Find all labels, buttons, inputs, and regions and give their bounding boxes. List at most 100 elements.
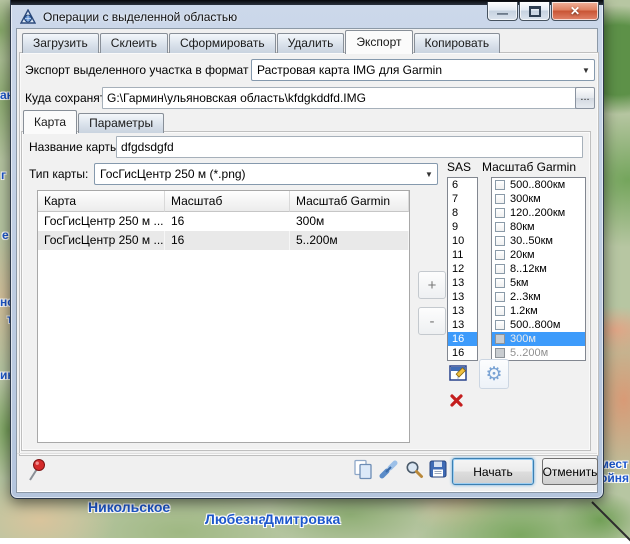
map-place-label: е bbox=[2, 228, 9, 242]
map-place-label: Никольское bbox=[88, 499, 170, 515]
remove-zoom-button[interactable]: - bbox=[418, 307, 446, 335]
sas-list-header: SAS bbox=[447, 160, 471, 174]
export-format-value: Растровая карта IMG для Garmin bbox=[257, 63, 442, 77]
grid-cell: ГосГисЦентр 250 м ... bbox=[38, 212, 165, 231]
checkbox-icon[interactable] bbox=[495, 222, 505, 232]
sas-list-item[interactable]: 13 bbox=[448, 290, 477, 304]
sas-list-item[interactable]: 12 bbox=[448, 262, 477, 276]
settings-button[interactable]: ⚙ bbox=[479, 359, 509, 389]
grid-header: КартаМасштабМасштаб Garmin bbox=[38, 191, 409, 212]
sas-list-item[interactable]: 9 bbox=[448, 220, 477, 234]
garmin-scale-label: 5..200м bbox=[510, 347, 548, 359]
tab-5[interactable]: Копировать bbox=[414, 33, 501, 53]
grid-row[interactable]: ГосГисЦентр 250 м ...165..200м bbox=[38, 231, 409, 250]
edit-table-icon[interactable] bbox=[449, 364, 469, 384]
add-zoom-button[interactable]: + bbox=[418, 271, 446, 299]
sas-list-item[interactable]: 7 bbox=[448, 192, 477, 206]
dialog-client-area: ЗагрузитьСклеитьСформироватьУдалитьЭкспо… bbox=[16, 28, 598, 493]
checkbox-icon[interactable] bbox=[495, 208, 505, 218]
save-path-input[interactable] bbox=[102, 87, 577, 109]
checkbox-icon[interactable] bbox=[495, 264, 505, 274]
garmin-scale-label: 30..50км bbox=[510, 235, 553, 247]
start-button[interactable]: Начать bbox=[452, 458, 534, 485]
sas-list-item[interactable]: 11 bbox=[448, 248, 477, 262]
export-layers-grid[interactable]: КартаМасштабМасштаб Garmin ГосГисЦентр 2… bbox=[37, 190, 410, 443]
title-bar[interactable]: Операции с выделенной областью — ✕ bbox=[11, 5, 603, 28]
tab-3[interactable]: Удалить bbox=[277, 33, 345, 53]
delete-x-icon[interactable] bbox=[449, 393, 464, 408]
main-tab-strip: ЗагрузитьСклеитьСформироватьУдалитьЭкспо… bbox=[22, 31, 501, 53]
maximize-button[interactable] bbox=[519, 2, 550, 21]
grid-column-header[interactable]: Масштаб bbox=[165, 191, 290, 212]
gear-icon: ⚙ bbox=[485, 365, 502, 384]
grid-cell: 16 bbox=[165, 231, 290, 250]
checkbox-icon[interactable] bbox=[495, 236, 505, 246]
garmin-scale-item[interactable]: 120..200км bbox=[492, 206, 585, 220]
garmin-scale-item[interactable]: 30..50км bbox=[492, 234, 585, 248]
cancel-button[interactable]: Отменить bbox=[542, 458, 598, 485]
map-place-label: ойня bbox=[600, 471, 629, 485]
close-button[interactable]: ✕ bbox=[551, 2, 599, 21]
tab-2[interactable]: Сформировать bbox=[169, 33, 276, 53]
garmin-scale-item[interactable]: 300м bbox=[492, 332, 585, 346]
garmin-scale-item[interactable]: 500..800м bbox=[492, 318, 585, 332]
grid-column-header[interactable]: Масштаб Garmin bbox=[290, 191, 409, 212]
garmin-scale-item[interactable]: 8..12км bbox=[492, 262, 585, 276]
minimize-button[interactable]: — bbox=[487, 2, 518, 21]
grid-column-header[interactable]: Карта bbox=[38, 191, 165, 212]
tab-4[interactable]: Экспорт bbox=[345, 30, 412, 54]
subtab-0[interactable]: Карта bbox=[23, 110, 77, 134]
checkbox-icon[interactable] bbox=[495, 180, 505, 190]
sas-list-item[interactable]: 8 bbox=[448, 206, 477, 220]
zoom-icon[interactable] bbox=[405, 460, 424, 479]
export-format-combobox[interactable]: Растровая карта IMG для Garmin ▼ bbox=[251, 59, 595, 81]
garmin-scale-item[interactable]: 1.2км bbox=[492, 304, 585, 318]
sas-list-item[interactable]: 6 bbox=[448, 178, 477, 192]
garmin-list-header: Масштаб Garmin bbox=[482, 160, 576, 174]
sas-list-item[interactable]: 13 bbox=[448, 318, 477, 332]
save-icon[interactable] bbox=[429, 460, 447, 478]
sas-zoom-listbox[interactable]: 6789101112131313131616 bbox=[447, 177, 478, 361]
garmin-scale-listbox[interactable]: 500..800км300км120..200км80км30..50км20к… bbox=[491, 177, 586, 361]
subtab-1[interactable]: Параметры bbox=[78, 113, 164, 133]
export-tab-page: Экспорт выделенного участка в формат Рас… bbox=[19, 52, 599, 456]
checkbox-icon[interactable] bbox=[495, 292, 505, 302]
sas-list-item[interactable]: 10 bbox=[448, 234, 477, 248]
garmin-scale-item[interactable]: 20км bbox=[492, 248, 585, 262]
garmin-scale-item[interactable]: 300км bbox=[492, 192, 585, 206]
checkbox-icon[interactable] bbox=[495, 320, 505, 330]
copy-icon[interactable] bbox=[353, 459, 374, 480]
garmin-scale-item[interactable]: 5км bbox=[492, 276, 585, 290]
map-name-input[interactable] bbox=[116, 136, 583, 158]
sas-list-item[interactable]: 16 bbox=[448, 332, 477, 346]
map-place-label: г bbox=[1, 168, 6, 182]
checkbox-icon[interactable] bbox=[495, 278, 505, 288]
map-type-value: ГосГисЦентр 250 м (*.png) bbox=[100, 167, 246, 181]
map-road-line bbox=[591, 501, 630, 543]
sas-list-item[interactable]: 16 bbox=[448, 346, 477, 360]
map-type-combobox[interactable]: ГосГисЦентр 250 м (*.png) ▼ bbox=[94, 163, 438, 185]
checkbox-icon[interactable] bbox=[495, 348, 505, 358]
garmin-scale-item[interactable]: 500..800км bbox=[492, 178, 585, 192]
map-place-label: мест bbox=[600, 457, 628, 471]
garmin-scale-item[interactable]: 2..3км bbox=[492, 290, 585, 304]
dialog-window: Операции с выделенной областью — ✕ Загру… bbox=[10, 0, 604, 499]
checkbox-icon[interactable] bbox=[495, 194, 505, 204]
garmin-scale-label: 8..12км bbox=[510, 263, 547, 275]
map-type-label: Тип карты: bbox=[29, 167, 88, 181]
link-icon[interactable] bbox=[378, 459, 400, 480]
checkbox-icon[interactable] bbox=[495, 250, 505, 260]
sas-list-item[interactable]: 13 bbox=[448, 304, 477, 318]
checkbox-icon[interactable] bbox=[495, 334, 505, 344]
garmin-scale-label: 120..200км bbox=[510, 207, 565, 219]
garmin-scale-item[interactable]: 80км bbox=[492, 220, 585, 234]
tab-1[interactable]: Склеить bbox=[100, 33, 168, 53]
pin-icon[interactable] bbox=[26, 457, 46, 483]
chevron-down-icon: ▼ bbox=[421, 170, 437, 179]
tab-0[interactable]: Загрузить bbox=[22, 33, 99, 53]
browse-button[interactable]: ... bbox=[575, 87, 595, 109]
sas-list-item[interactable]: 13 bbox=[448, 276, 477, 290]
checkbox-icon[interactable] bbox=[495, 306, 505, 316]
grid-row[interactable]: ГосГисЦентр 250 м ...16300м bbox=[38, 212, 409, 231]
garmin-scale-item[interactable]: 5..200м bbox=[492, 346, 585, 360]
